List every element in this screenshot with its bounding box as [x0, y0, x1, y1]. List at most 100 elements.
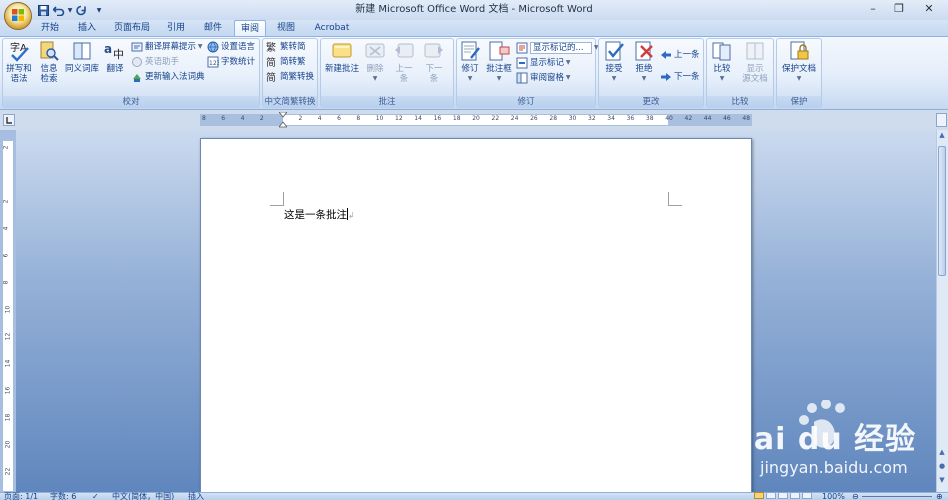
next-comment-button[interactable]: 下一 条 [420, 40, 448, 84]
outline-view-button[interactable] [790, 492, 800, 499]
close-button[interactable]: ✕ [918, 2, 940, 16]
ruler-tick-label: 2 [298, 115, 303, 122]
previous-change-button[interactable]: 上一条 [660, 48, 700, 62]
reject-button[interactable]: 拒绝 ▼ [630, 40, 658, 84]
display-mode-select[interactable]: 显示标记的... ▼ [516, 41, 599, 55]
word-count-button[interactable]: 123 字数统计 [207, 55, 255, 69]
ruler-tick-label: 24 [510, 115, 519, 122]
reject-icon [633, 40, 655, 62]
status-mode[interactable]: 插入 [188, 492, 212, 500]
scroll-up-button[interactable]: ▲ [937, 131, 947, 143]
vertical-ruler-tick-label: 4 [2, 226, 10, 231]
spelling-button[interactable]: 字A 拼写和 语法 [4, 40, 34, 84]
status-words[interactable]: 字数: 6 [50, 492, 90, 500]
zoom-level[interactable]: 100% [822, 492, 850, 500]
tab-mailings[interactable]: 邮件 [199, 20, 227, 37]
new-comment-icon [331, 40, 353, 62]
ruler-tick-label: 28 [549, 115, 558, 122]
translate-tip-label: 翻译屏幕提示 [145, 42, 197, 52]
reviewing-pane-icon [516, 72, 528, 84]
zoom-slider[interactable] [862, 496, 932, 497]
translate-tip-button[interactable]: 翻译屏幕提示 ▼ [131, 40, 203, 54]
web-layout-view-button[interactable] [778, 492, 788, 499]
margin-corner [270, 192, 284, 206]
research-icon [38, 40, 60, 62]
lock-icon [788, 40, 810, 62]
draft-view-button[interactable] [802, 492, 812, 499]
globe-icon [207, 41, 219, 53]
ruler-tick-label: 32 [588, 115, 596, 122]
show-markup-button[interactable]: 显示标记 ▼ [516, 56, 571, 70]
show-source-button[interactable]: 显示 源文档 [738, 40, 772, 84]
window-title: 新建 Microsoft Office Word 文档 - Microsoft … [355, 4, 593, 15]
translate-tip-icon [131, 41, 143, 53]
english-assistant-button[interactable]: 英语助手 [131, 55, 179, 69]
delete-comment-button[interactable]: 删除 ▼ [362, 40, 388, 84]
protect-document-button[interactable]: 保护文档 ▼ [778, 40, 820, 84]
balloons-label: 批注框 [486, 64, 512, 74]
set-language-button[interactable]: 设置语言 [207, 40, 255, 54]
display-mode-value: 显示标记的... [530, 42, 592, 54]
ruler-tick-label: 16 [433, 115, 442, 122]
to-traditional-button[interactable]: 简简转繁 [266, 55, 306, 69]
vertical-ruler-tick-label: 20 [4, 440, 12, 449]
tab-home[interactable]: 开始 [36, 20, 64, 37]
indent-marker[interactable] [278, 111, 288, 128]
update-ime-label: 更新输入法词典 [145, 72, 205, 82]
group-label: 中文简繁转换 [263, 96, 317, 108]
next-change-icon [660, 71, 672, 83]
ruler-tick-label: 26 [530, 115, 538, 122]
tab-review[interactable]: 审阅 [234, 20, 266, 37]
translate-button[interactable]: a中 翻译 [102, 40, 128, 74]
undo-dropdown[interactable]: ▼ [66, 3, 74, 17]
tab-insert[interactable]: 插入 [73, 20, 101, 37]
new-comment-button[interactable]: 新建批注 [322, 40, 362, 74]
redo-icon[interactable] [74, 3, 88, 17]
thesaurus-button[interactable]: 同义词库 [64, 40, 100, 74]
ruler-tick-label: 42 [684, 115, 693, 122]
protect-document-label: 保护文档 [781, 64, 816, 74]
to-simplified-button[interactable]: 繁繁转简 [266, 40, 306, 54]
proofing-status-icon[interactable]: ✓ [92, 492, 106, 500]
to-traditional-label: 简转繁 [280, 57, 306, 67]
print-layout-view-button[interactable] [754, 492, 764, 499]
reviewing-pane-button[interactable]: 审阅窗格 ▼ [516, 71, 571, 85]
customize-quick-access[interactable]: ▼ [94, 3, 104, 17]
status-language[interactable]: 中文(简体，中国) [112, 492, 182, 500]
document-text[interactable]: 这是一条批注↲ [284, 207, 355, 222]
balloons-button[interactable]: 批注框 ▼ [485, 40, 513, 84]
ruler-tick-label: 2 [259, 115, 264, 122]
next-change-button[interactable]: 下一条 [660, 70, 700, 84]
compare-button[interactable]: 比较 ▼ [708, 40, 736, 84]
vertical-ruler-ticks: 2 2 4 6 8 10 12 14 16 18 20 22 [2, 140, 14, 492]
convert-button[interactable]: 简简繁转换 [266, 70, 314, 84]
update-ime-button[interactable]: 更新输入法词典 [131, 70, 205, 84]
undo-icon[interactable] [52, 3, 66, 17]
zoom-out-button[interactable]: ⊖ [852, 492, 860, 500]
minimize-button[interactable]: – [862, 2, 884, 16]
previous-comment-button[interactable]: 上一 条 [390, 40, 418, 84]
restore-button[interactable]: ❐ [888, 2, 910, 16]
status-page[interactable]: 页面: 1/1 [4, 492, 46, 500]
zoom-in-button[interactable]: ⊕ [936, 492, 946, 500]
vertical-ruler-tick-label: 10 [4, 305, 12, 314]
view-ruler-button[interactable] [936, 113, 947, 127]
accept-button[interactable]: 接受 ▼ [600, 40, 628, 84]
compare-label: 比较 [713, 64, 731, 74]
full-screen-view-button[interactable] [766, 492, 776, 499]
group-label: 批注 [321, 96, 453, 108]
vertical-ruler-tick-label: 8 [2, 280, 10, 285]
tab-selector[interactable] [3, 114, 15, 126]
save-icon[interactable] [36, 3, 50, 17]
tab-view[interactable]: 视图 [272, 20, 300, 37]
tab-references[interactable]: 引用 [162, 20, 190, 37]
tab-acrobat[interactable]: Acrobat [310, 20, 354, 37]
tab-page-layout[interactable]: 页面布局 [111, 20, 153, 37]
vertical-ruler-tick-label: 2 [2, 199, 10, 204]
show-source-label: 显示 源文档 [742, 64, 768, 84]
research-button[interactable]: 信息 检索 [36, 40, 62, 84]
track-changes-button[interactable]: 修订 ▼ [458, 40, 482, 84]
scroll-thumb[interactable] [938, 146, 946, 276]
group-label: 更改 [599, 96, 703, 108]
ruler-tick-label: 10 [375, 115, 384, 122]
